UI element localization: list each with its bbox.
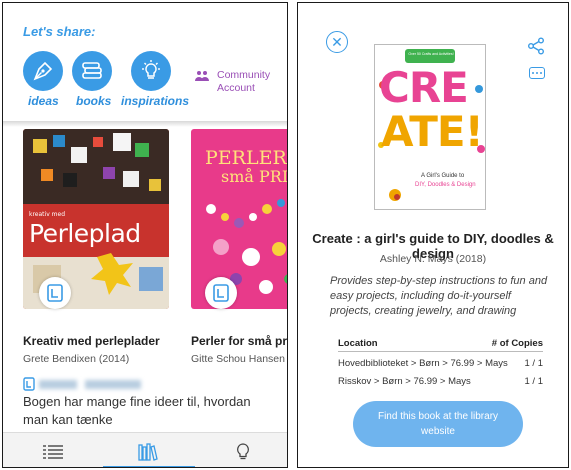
cover-subtitle-2: DIY, Doodles & Design	[415, 182, 476, 188]
book-detail-screen: ✕ Over 50 Crafts and Activities! CRE ATE…	[297, 2, 569, 468]
community-account-link[interactable]: Community Account	[217, 69, 270, 95]
book-author: Grete Bendixen (2014)	[23, 353, 130, 365]
lightbulb-icon	[237, 442, 249, 459]
location-cell: Hovedbiblioteket > Børn > 76.99 > Mays	[338, 358, 508, 369]
table-row: Risskov > Børn > 76.99 > Mays 1 / 1	[338, 376, 543, 387]
book-author: Ashley N. Mays (2018)	[379, 253, 487, 265]
book-title[interactable]: Kreativ med perleplader	[23, 334, 160, 348]
cover-word-1: CRE	[379, 63, 469, 112]
share-icon[interactable]	[527, 37, 545, 55]
cover-small-text: kreativ med	[29, 211, 65, 218]
book-title[interactable]: Perler for små prinsesser	[191, 334, 287, 348]
book-carousel[interactable]: kreativ med Perleplad Kreativ med perlep…	[3, 127, 287, 432]
find-at-library-button[interactable]: Find this book at the library website	[353, 401, 523, 447]
cover-title-text: Perleplad	[29, 219, 141, 248]
book-description: Provides step-by-step instructions to fu…	[330, 275, 548, 317]
review-text: Bogen har mange fine ideer til, hvordan …	[23, 394, 251, 427]
share-title: Let's share:	[23, 24, 96, 39]
reviewer-name-blurred	[85, 380, 141, 389]
book-stack-icon	[82, 62, 102, 79]
pen-nib-icon	[33, 61, 53, 81]
cover-subtitle-1: A Girl's Guide to	[421, 173, 465, 179]
copies-cell: 1 / 1	[524, 358, 544, 369]
cover-title-text: PERLER fo	[205, 147, 287, 169]
lightbulb-icon	[142, 60, 160, 79]
library-badge	[39, 277, 71, 309]
library-badge	[205, 277, 237, 309]
column-copies: # of Copies	[491, 338, 543, 349]
community-label-line1: Community	[217, 69, 271, 81]
reviewer-name-blurred	[39, 380, 77, 389]
tab-list[interactable]	[18, 433, 88, 467]
share-books-button[interactable]	[72, 51, 112, 91]
share-ideas-button[interactable]	[23, 51, 63, 91]
book-author: Gitte Schou Hansen (2005)	[191, 353, 287, 365]
share-books-label[interactable]: books	[76, 94, 111, 108]
more-options-icon[interactable]	[529, 67, 545, 79]
library-books-icon	[138, 442, 158, 461]
list-icon	[43, 444, 63, 459]
home-screen: Let's share: ideas books inspirations Co…	[2, 2, 288, 468]
tab-inspiration[interactable]	[208, 433, 278, 467]
tab-library[interactable]	[113, 433, 183, 467]
library-book-icon	[213, 284, 229, 302]
bottom-tab-bar	[3, 432, 287, 467]
book-cover: Over 50 Crafts and Activities! CRE ATE! …	[374, 44, 486, 210]
people-icon[interactable]	[195, 70, 209, 82]
location-cell: Risskov > Børn > 76.99 > Mays	[338, 376, 471, 387]
location-table: Location # of Copies Hovedbiblioteket > …	[338, 338, 543, 394]
column-location: Location	[338, 338, 378, 349]
close-button[interactable]: ✕	[326, 31, 348, 53]
location-table-header: Location # of Copies	[338, 338, 543, 352]
community-label-line2: Account	[217, 82, 255, 94]
table-row: Hovedbiblioteket > Børn > 76.99 > Mays 1…	[338, 358, 543, 369]
library-user-icon	[23, 377, 35, 391]
cover-small-text: Over 50 Crafts and Activities!	[408, 52, 454, 56]
library-book-icon	[47, 284, 63, 302]
active-tab-indicator	[103, 466, 195, 467]
share-inspirations-button[interactable]	[131, 51, 171, 91]
copies-cell: 1 / 1	[524, 376, 544, 387]
share-header: Let's share: ideas books inspirations Co…	[3, 3, 287, 120]
book-cover[interactable]: PERLER fo små PRI	[191, 129, 287, 309]
cover-title-text-2: små PRI	[221, 167, 287, 186]
share-ideas-label[interactable]: ideas	[28, 94, 59, 108]
share-inspirations-label[interactable]: inspirations	[121, 94, 189, 108]
cover-word-2: ATE!	[381, 107, 484, 156]
